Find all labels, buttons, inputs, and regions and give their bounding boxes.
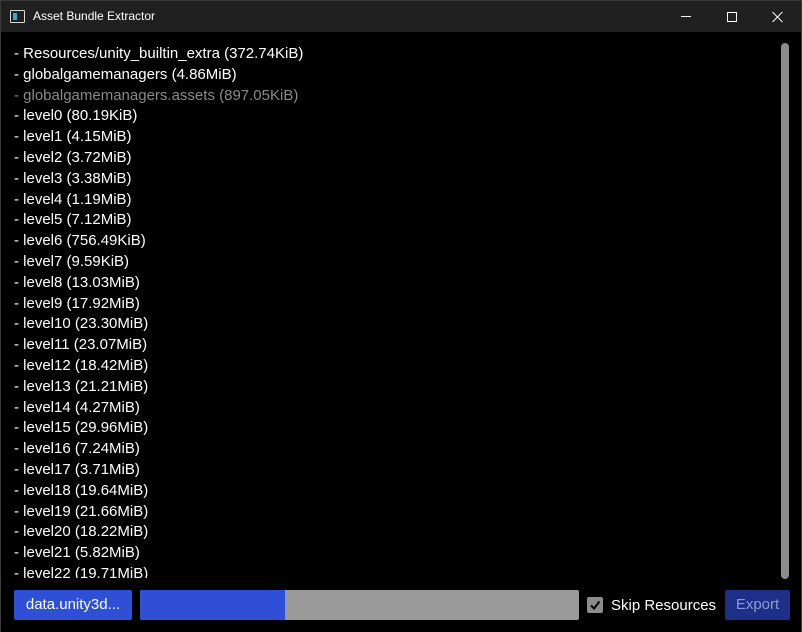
app-window: Asset Bundle Extractor - Resources/unity… — [0, 0, 802, 632]
minimize-button[interactable] — [663, 1, 709, 32]
list-item[interactable]: - level22 (19.71MiB) — [14, 564, 303, 578]
bottom-toolbar: data.unity3d... Skip Resources Export — [1, 579, 801, 632]
list-item[interactable]: - level8 (13.03MiB) — [14, 273, 303, 294]
list-item[interactable]: - level12 (18.42MiB) — [14, 356, 303, 377]
title-bar[interactable]: Asset Bundle Extractor — [1, 1, 801, 32]
close-icon — [772, 11, 784, 23]
maximize-icon — [727, 11, 737, 22]
list-item[interactable]: - level18 (19.64MiB) — [14, 481, 303, 502]
list-item[interactable]: - level13 (21.21MiB) — [14, 377, 303, 398]
list-item[interactable]: - Resources/unity_builtin_extra (372.74K… — [14, 44, 303, 65]
checkmark-icon — [590, 600, 601, 611]
list-item[interactable]: - level3 (3.38MiB) — [14, 169, 303, 190]
list-item[interactable]: - level1 (4.15MiB) — [14, 127, 303, 148]
app-window-icon — [10, 10, 25, 23]
skip-resources-checkbox[interactable] — [587, 597, 603, 613]
list-item[interactable]: - level15 (29.96MiB) — [14, 418, 303, 439]
bundle-file-list[interactable]: - Resources/unity_builtin_extra (372.74K… — [1, 32, 791, 578]
list-item[interactable]: - level19 (21.66MiB) — [14, 502, 303, 523]
list-item[interactable]: - level0 (80.19KiB) — [14, 106, 303, 127]
progress-bar — [140, 590, 579, 620]
progress-fill — [140, 590, 285, 620]
list-item[interactable]: - level20 (18.22MiB) — [14, 522, 303, 543]
export-button[interactable]: Export — [725, 590, 790, 620]
close-button[interactable] — [755, 1, 801, 32]
list-item[interactable]: - level14 (4.27MiB) — [14, 398, 303, 419]
list-item[interactable]: - level17 (3.71MiB) — [14, 460, 303, 481]
list-item[interactable]: - level7 (9.59KiB) — [14, 252, 303, 273]
list-item[interactable]: - level6 (756.49KiB) — [14, 231, 303, 252]
window-title: Asset Bundle Extractor — [33, 9, 156, 23]
list-item[interactable]: - level21 (5.82MiB) — [14, 543, 303, 564]
scrollbar-thumb[interactable] — [781, 43, 789, 579]
list-item[interactable]: - globalgamemanagers (4.86MiB) — [14, 65, 303, 86]
list-item[interactable]: - level11 (23.07MiB) — [14, 335, 303, 356]
file-list-items: - Resources/unity_builtin_extra (372.74K… — [14, 44, 303, 578]
open-file-button[interactable]: data.unity3d... — [14, 590, 132, 620]
list-item[interactable]: - globalgamemanagers.assets (897.05KiB) — [14, 86, 303, 107]
list-item[interactable]: - level2 (3.72MiB) — [14, 148, 303, 169]
skip-resources-option[interactable]: Skip Resources — [587, 590, 716, 620]
list-item[interactable]: - level9 (17.92MiB) — [14, 294, 303, 315]
minimize-icon — [681, 16, 691, 17]
list-item[interactable]: - level5 (7.12MiB) — [14, 210, 303, 231]
list-item[interactable]: - level10 (23.30MiB) — [14, 314, 303, 335]
maximize-button[interactable] — [709, 1, 755, 32]
skip-resources-label: Skip Resources — [611, 596, 717, 614]
list-item[interactable]: - level16 (7.24MiB) — [14, 439, 303, 460]
list-item[interactable]: - level4 (1.19MiB) — [14, 190, 303, 211]
list-scrollbar[interactable] — [780, 43, 790, 579]
